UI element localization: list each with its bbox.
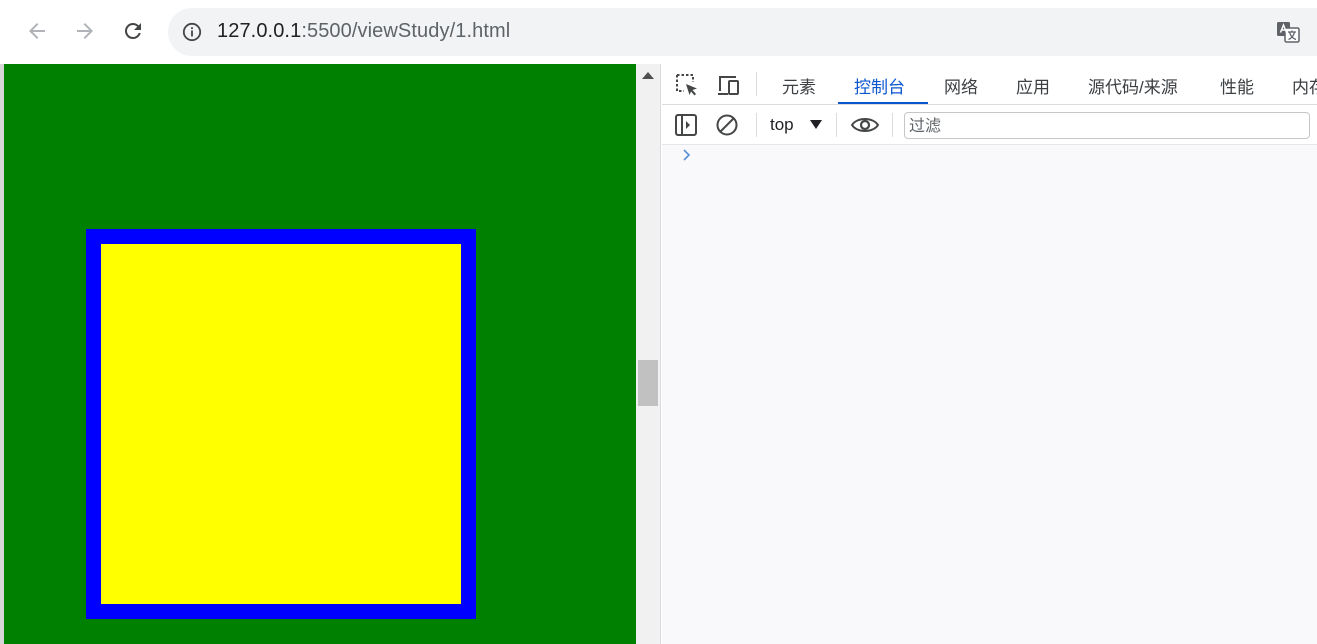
tab-performance[interactable]: 性能 <box>1220 73 1254 98</box>
toolbar-divider <box>756 72 757 96</box>
url-host: 127.0.0.1 <box>217 20 302 42</box>
tab-memory[interactable]: 内存 <box>1292 73 1317 98</box>
tab-elements[interactable]: 元素 <box>782 73 816 98</box>
blue-border-box <box>86 229 476 619</box>
back-button[interactable] <box>20 14 54 48</box>
url-text[interactable]: 127.0.0.1:5500/viewStudy/1.html <box>217 20 510 43</box>
address-bar[interactable]: 127.0.0.1:5500/viewStudy/1.html <box>168 8 1317 56</box>
live-expression-eye-icon[interactable] <box>850 112 880 138</box>
tab-console[interactable]: 控制台 <box>854 73 905 98</box>
reload-button[interactable] <box>116 14 150 48</box>
active-tab-indicator <box>838 102 928 104</box>
context-select[interactable]: top <box>770 115 794 135</box>
clear-console-icon[interactable] <box>714 112 740 138</box>
reload-icon <box>124 22 141 39</box>
chevron-down-icon[interactable] <box>810 120 822 129</box>
inspect-element-icon[interactable] <box>674 72 700 98</box>
devtools-panel: 元素 控制台 网络 应用 源代码/来源 性能 内存 top <box>662 64 1317 644</box>
translate-icon[interactable] <box>1276 21 1300 43</box>
toolbar-divider <box>756 113 757 137</box>
sidebar-toggle-icon[interactable] <box>673 112 699 138</box>
yellow-content-box <box>101 244 461 604</box>
browser-toolbar: 127.0.0.1:5500/viewStudy/1.html <box>0 0 1317 64</box>
info-icon[interactable] <box>182 22 202 42</box>
page-viewport <box>0 64 636 644</box>
scroll-thumb[interactable] <box>638 360 658 406</box>
tab-sources[interactable]: 源代码/来源 <box>1088 73 1178 98</box>
arrow-right-icon <box>77 23 93 39</box>
scroll-up-arrow[interactable] <box>642 72 654 79</box>
forward-button[interactable] <box>68 14 102 48</box>
tab-application[interactable]: 应用 <box>1016 73 1050 98</box>
toolbar-divider <box>836 113 837 137</box>
arrow-left-icon <box>29 23 45 39</box>
vertical-scrollbar[interactable] <box>636 64 661 644</box>
devtools-tab-bar: 元素 控制台 网络 应用 源代码/来源 性能 内存 <box>662 64 1317 105</box>
url-path: :5500/viewStudy/1.html <box>301 20 511 42</box>
chevron-right-icon[interactable] <box>680 148 694 162</box>
device-toolbar-icon[interactable] <box>716 72 742 98</box>
console-toolbar: top <box>662 105 1317 145</box>
toolbar-divider <box>892 113 893 137</box>
filter-input[interactable] <box>904 112 1310 139</box>
tab-network[interactable]: 网络 <box>944 73 978 98</box>
